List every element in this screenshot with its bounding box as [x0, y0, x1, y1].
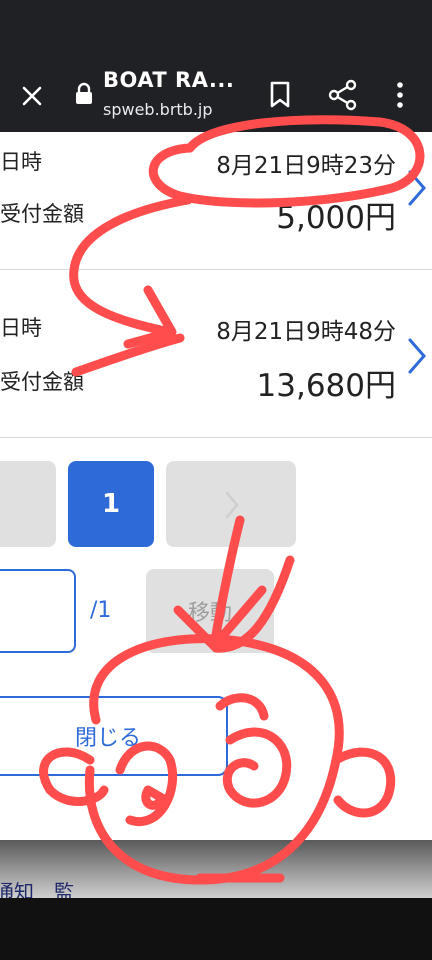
close-button[interactable]: 閉じる: [0, 696, 228, 776]
amount-label: 受付金額: [0, 202, 84, 226]
move-button[interactable]: 移動: [146, 569, 274, 653]
previous-page-button[interactable]: [0, 461, 56, 547]
page-number-input[interactable]: [0, 569, 76, 653]
site-title[interactable]: BOAT RA...: [103, 68, 234, 92]
datetime-value: 8月21日9時23分: [216, 153, 396, 179]
list-item[interactable]: 日時 8月21日9時48分 受付金額 13,680円: [0, 270, 432, 438]
status-bar: [0, 0, 432, 56]
chevron-right-icon[interactable]: [406, 168, 428, 208]
page-total: /1: [90, 598, 112, 623]
amount-value: 5,000円: [276, 200, 396, 236]
system-navigation-bar: [0, 898, 432, 960]
next-page-button[interactable]: [166, 461, 296, 547]
browser-toolbar: BOAT RA... spweb.brtb.jp: [0, 56, 432, 132]
site-url[interactable]: spweb.brtb.jp: [103, 100, 213, 119]
date-label: 日時: [0, 150, 42, 174]
chevron-right-icon: [225, 491, 239, 519]
bottom-banner: 通知 監: [0, 840, 432, 898]
date-label: 日時: [0, 316, 42, 340]
chevron-right-icon[interactable]: [406, 336, 428, 376]
lock-icon: [74, 82, 94, 106]
page-content: 日時 8月21日9時23分 受付金額 5,000円 日時 8月21日9時48分 …: [0, 132, 432, 840]
bottom-banner-text: 通知 監: [0, 880, 74, 898]
share-icon[interactable]: [326, 78, 360, 112]
list-item[interactable]: 日時 8月21日9時23分 受付金額 5,000円: [0, 132, 432, 270]
current-page-button[interactable]: 1: [68, 461, 154, 547]
more-vert-icon[interactable]: [388, 78, 412, 112]
amount-value: 13,680円: [256, 368, 396, 404]
amount-label: 受付金額: [0, 370, 84, 394]
close-icon[interactable]: [14, 78, 50, 114]
bookmark-icon[interactable]: [264, 78, 296, 110]
datetime-value: 8月21日9時48分: [216, 319, 396, 345]
